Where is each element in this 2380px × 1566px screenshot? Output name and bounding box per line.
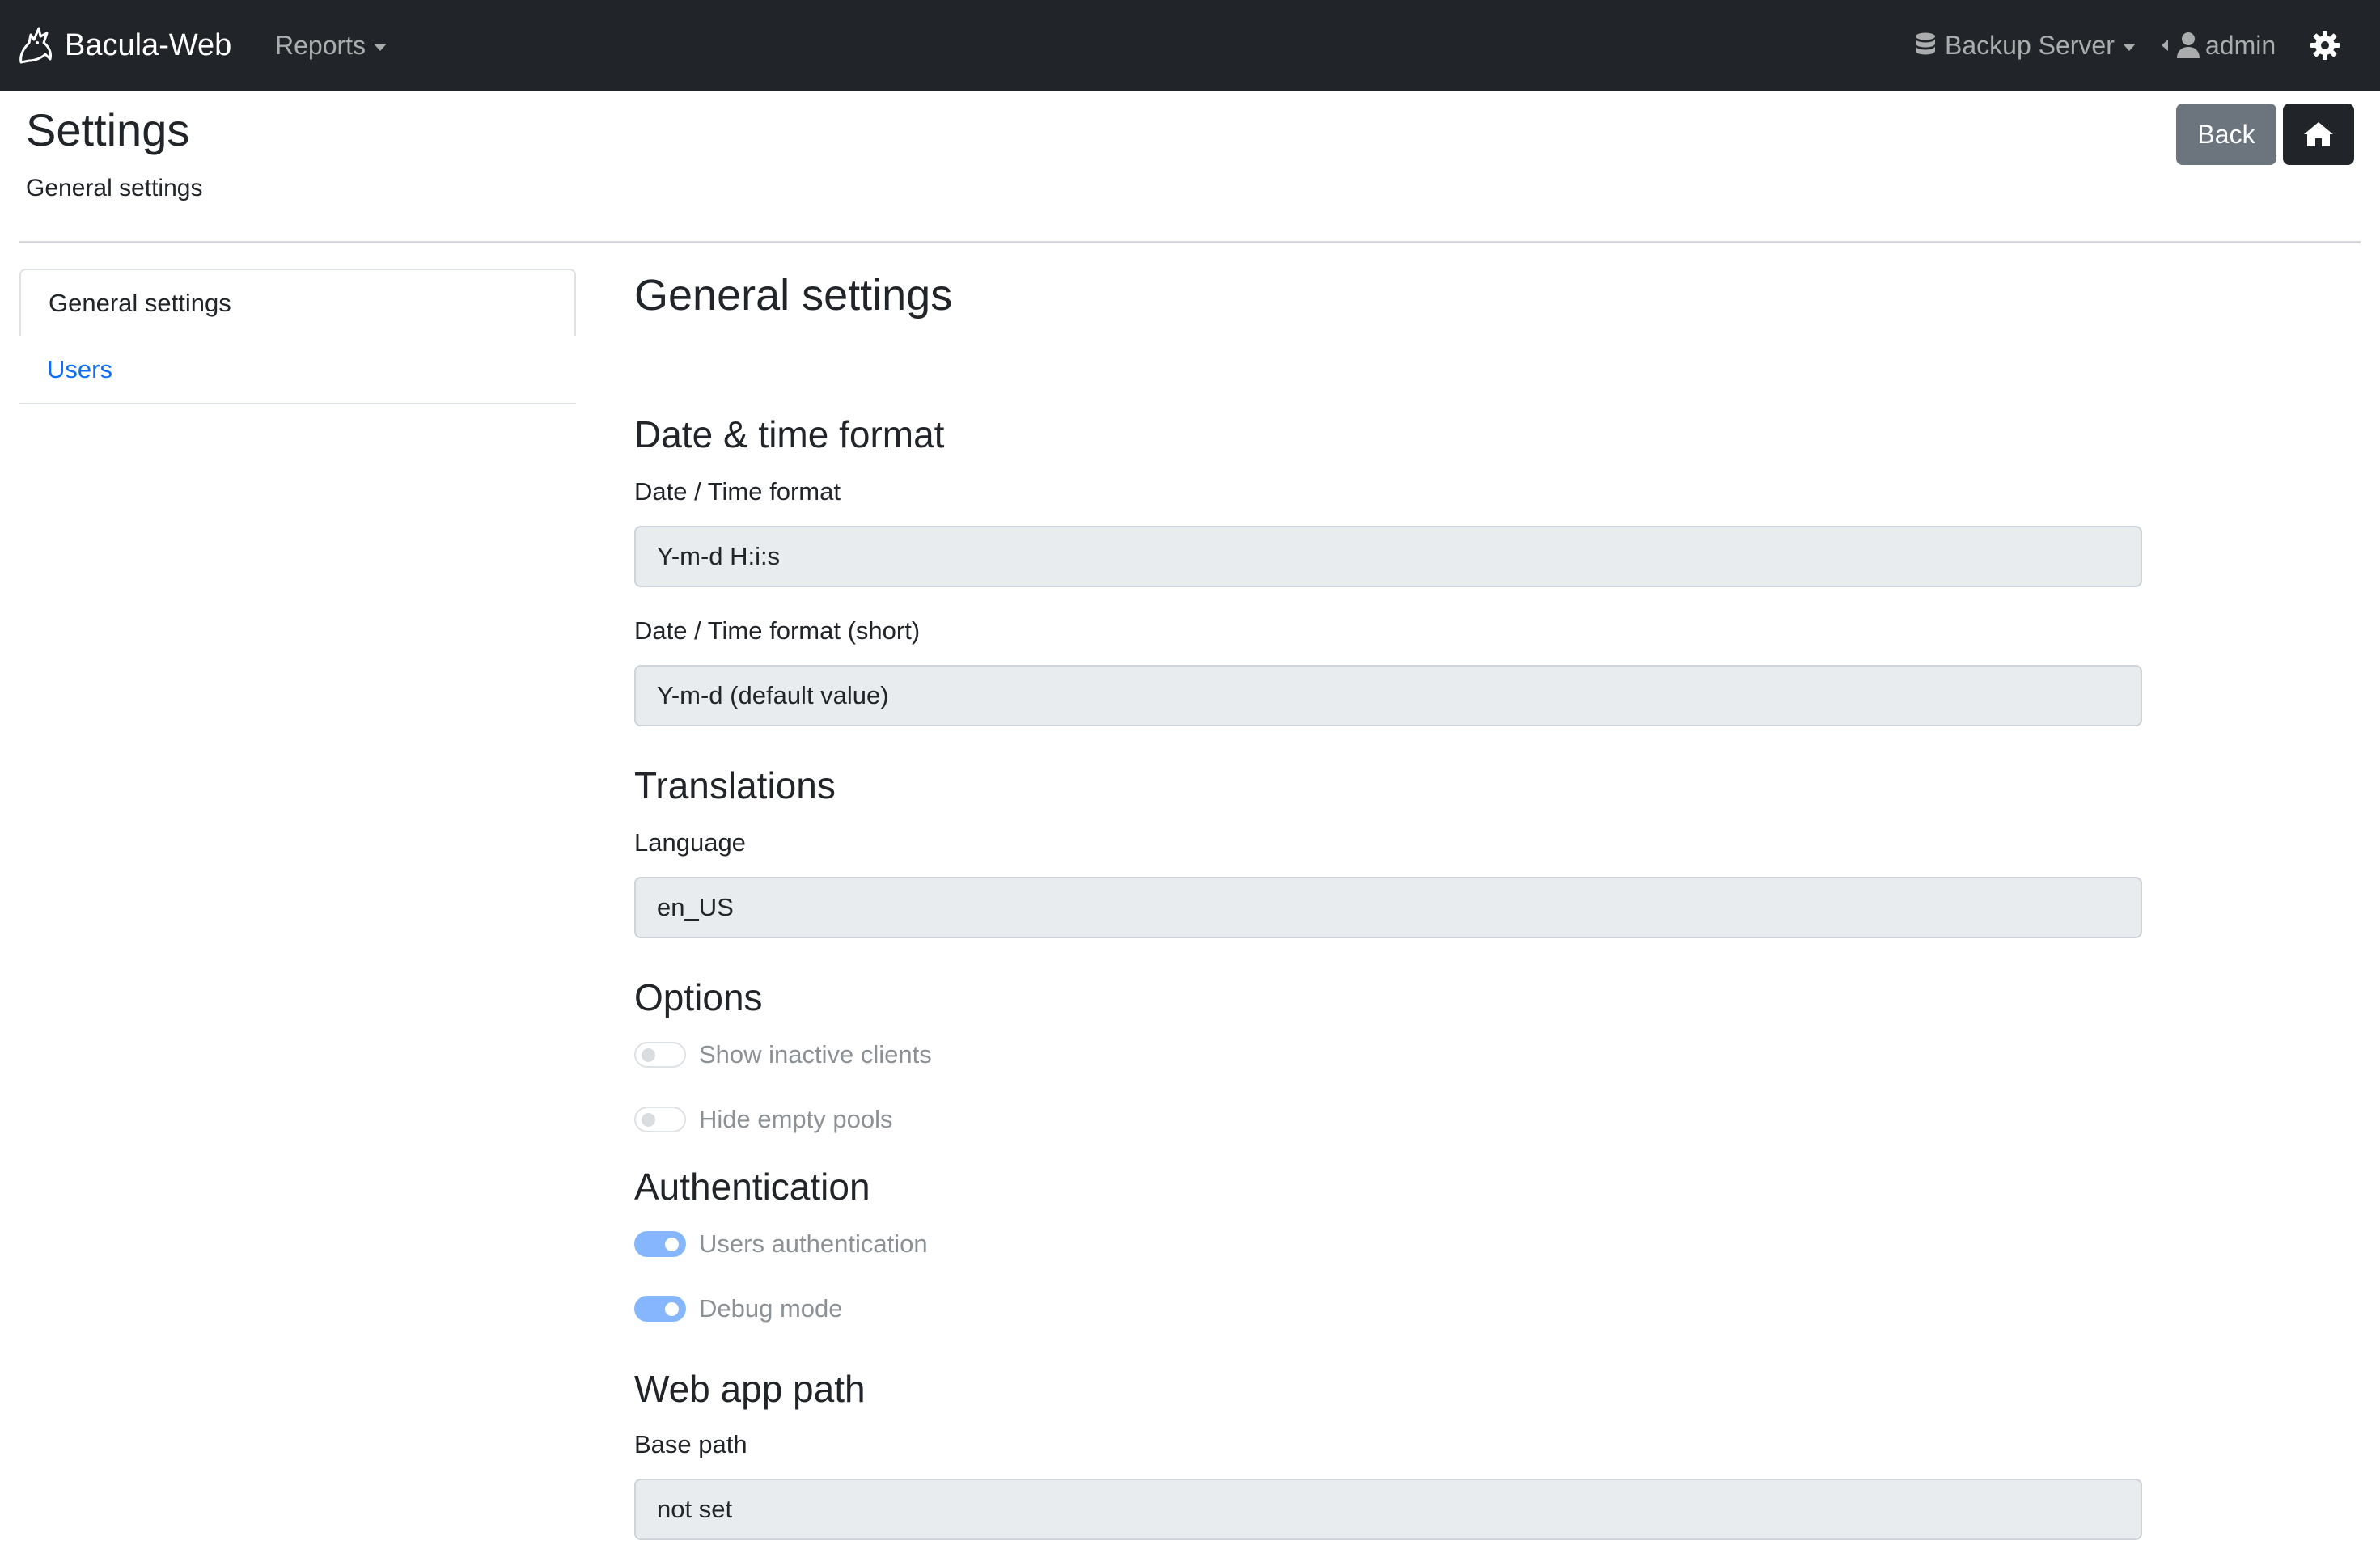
backup-server-menu[interactable]: Backup Server [1914, 0, 2136, 91]
bacula-logo-icon [19, 27, 52, 64]
hide-empty-pools-label: Hide empty pools [699, 1105, 893, 1133]
datetime-short-label: Date / Time format (short) [634, 616, 921, 645]
base-path-label: Base path [634, 1430, 747, 1458]
show-inactive-clients-row: Show inactive clients [634, 1040, 932, 1069]
translations-heading: Translations [634, 764, 836, 806]
page-subtitle: General settings [26, 175, 203, 201]
debug-mode-toggle[interactable] [634, 1296, 686, 1322]
show-inactive-clients-label: Show inactive clients [699, 1040, 932, 1069]
settings-nav-general[interactable]: General settings [19, 269, 576, 336]
users-authentication-row: Users authentication [634, 1230, 928, 1259]
base-path-field[interactable]: not set [634, 1479, 2142, 1540]
datetime-heading: Date & time format [634, 413, 945, 455]
back-button[interactable]: Back [2176, 104, 2276, 165]
user-name: admin [2205, 30, 2276, 60]
datetime-format-field[interactable]: Y-m-d H:i:s [634, 526, 2142, 587]
datetime-format-label: Date / Time format [634, 477, 841, 506]
chevron-down-icon [2122, 43, 2136, 51]
settings-nav: General settings Users [19, 269, 576, 404]
user-menu[interactable]: admin [2162, 0, 2276, 91]
language-value: en_US [657, 893, 734, 921]
home-icon [2304, 122, 2333, 146]
settings-nav-users[interactable]: Users [19, 336, 576, 404]
authentication-heading: Authentication [634, 1166, 870, 1208]
hide-empty-pools-row: Hide empty pools [634, 1105, 893, 1134]
show-inactive-clients-toggle[interactable] [634, 1042, 686, 1068]
home-button[interactable] [2283, 104, 2354, 165]
brand-name: Bacula-Web [65, 28, 232, 62]
hide-empty-pools-toggle[interactable] [634, 1107, 686, 1132]
database-icon [1916, 32, 1935, 55]
language-field[interactable]: en_US [634, 877, 2142, 938]
gear-icon[interactable] [2309, 29, 2341, 61]
users-authentication-toggle[interactable] [634, 1231, 686, 1257]
reports-menu-label: Reports [275, 30, 366, 60]
datetime-short-value: Y-m-d (default value) [657, 681, 889, 709]
users-authentication-label: Users authentication [699, 1230, 928, 1258]
user-icon [2177, 32, 2200, 58]
chevron-left-icon [2162, 40, 2168, 51]
settings-nav-label: General settings [49, 289, 231, 317]
brand-link[interactable]: Bacula-Web [18, 0, 231, 91]
language-label: Language [634, 828, 746, 857]
backup-server-label: Backup Server [1945, 30, 2115, 60]
section-title: General settings [634, 271, 953, 320]
datetime-format-value: Y-m-d H:i:s [657, 542, 781, 570]
datetime-short-field[interactable]: Y-m-d (default value) [634, 665, 2142, 726]
chevron-down-icon [374, 43, 387, 51]
page-title: Settings [26, 104, 190, 155]
base-path-value: not set [657, 1495, 733, 1523]
options-heading: Options [634, 976, 763, 1018]
settings-nav-label: Users [47, 355, 112, 383]
webapp-path-heading: Web app path [634, 1368, 866, 1410]
debug-mode-label: Debug mode [699, 1294, 843, 1323]
reports-menu[interactable]: Reports [275, 0, 387, 91]
debug-mode-row: Debug mode [634, 1294, 843, 1323]
top-navbar: Bacula-Web Reports Backup Server admin [0, 0, 2380, 91]
header-divider [19, 241, 2361, 243]
